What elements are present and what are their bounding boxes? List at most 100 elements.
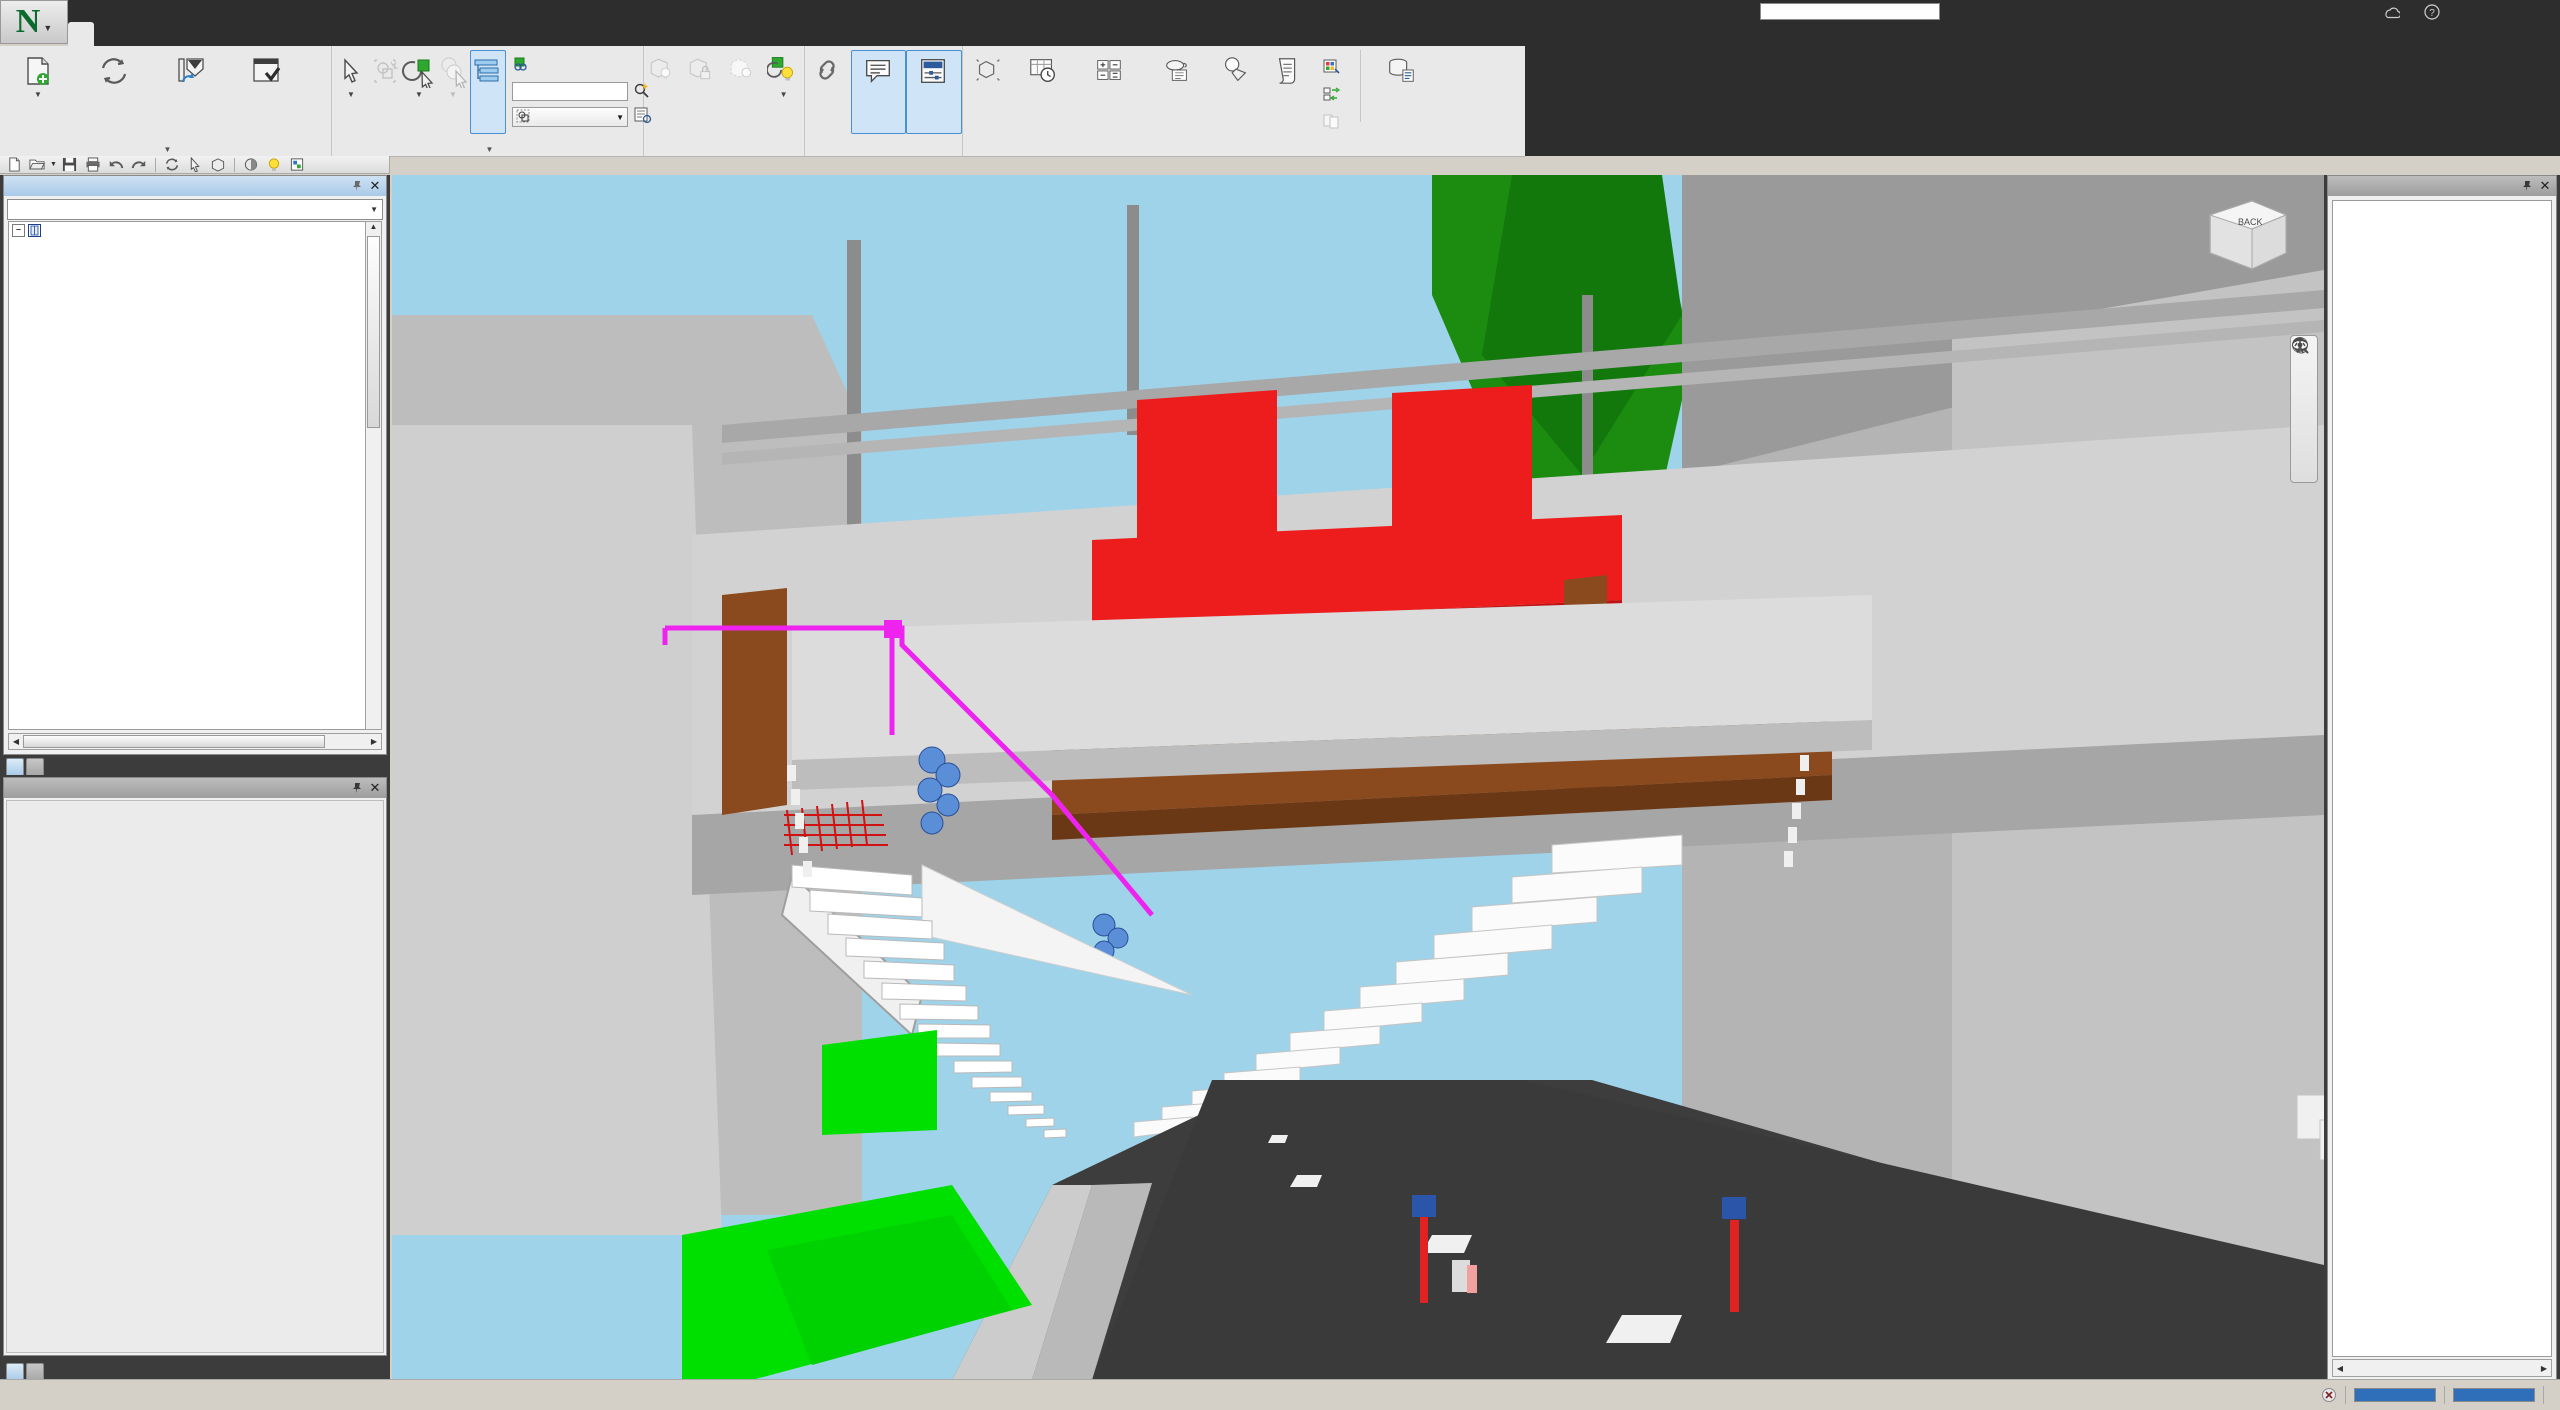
open-icon[interactable] xyxy=(27,155,47,175)
quick-find-row xyxy=(512,79,653,103)
tab-bim360[interactable] xyxy=(250,22,276,46)
close-button[interactable] xyxy=(2512,0,2556,24)
tab-output[interactable] xyxy=(198,22,224,46)
collapse-toggle[interactable]: – xyxy=(12,223,25,237)
close-icon[interactable]: ✕ xyxy=(2538,178,2552,193)
selection-tree-button[interactable] xyxy=(470,50,506,134)
save-icon[interactable] xyxy=(60,155,80,175)
ribbon-panel-select-search-title[interactable]: ▼ xyxy=(332,141,643,155)
batch-utility-button[interactable] xyxy=(1323,83,1346,107)
sets-button[interactable]: ▼ xyxy=(512,107,628,127)
pin-icon[interactable] xyxy=(2520,179,2534,193)
look-around-icon[interactable] xyxy=(2292,340,2314,455)
require-button[interactable] xyxy=(681,50,722,90)
select-same-button[interactable]: ▼ xyxy=(436,50,470,99)
select-dropdown-arrow[interactable]: ▼ xyxy=(347,90,355,99)
saved-viewpoints-footer[interactable]: ◀ ▶ xyxy=(2332,1359,2552,1377)
ribbon-panel-project-title[interactable]: ▼ xyxy=(0,141,331,155)
refresh-small-icon[interactable] xyxy=(162,155,182,175)
hide-button[interactable] xyxy=(644,50,681,90)
scroll-left-arrow[interactable]: ◀ xyxy=(2333,1364,2347,1373)
reset-all-button[interactable] xyxy=(152,50,228,90)
selection-tree-mode-dropdown[interactable]: ▼ xyxy=(7,199,383,220)
save-selection-button[interactable] xyxy=(368,50,402,90)
tab-properties[interactable] xyxy=(6,1363,24,1380)
tab-revit4[interactable] xyxy=(276,22,302,46)
scroll-right-arrow[interactable]: ▶ xyxy=(367,737,381,746)
clash-detective-button[interactable] xyxy=(963,50,1015,90)
new-icon[interactable] xyxy=(4,155,24,175)
scripter-button[interactable] xyxy=(1263,50,1315,90)
orbit-icon[interactable] xyxy=(2293,338,2314,431)
tab-tool-addins[interactable] xyxy=(302,22,328,46)
close-icon[interactable]: ✕ xyxy=(368,780,382,795)
hide-unselected-button[interactable] xyxy=(722,50,763,90)
scroll-right-arrow[interactable]: ▶ xyxy=(2537,1364,2551,1373)
select-button[interactable]: ▼ xyxy=(334,50,368,99)
unhide-all-button[interactable]: ▼ xyxy=(763,50,804,99)
redo-icon[interactable] xyxy=(129,155,149,175)
append-dropdown-arrow[interactable]: ▼ xyxy=(34,90,42,99)
tab-render[interactable] xyxy=(224,22,250,46)
timeliner-button[interactable] xyxy=(1015,50,1073,90)
navcube[interactable]: BACK xyxy=(2190,187,2300,287)
animator-button[interactable] xyxy=(1209,50,1263,90)
tab-section-plane-settings[interactable] xyxy=(26,1363,44,1380)
minimize-button[interactable] xyxy=(2424,0,2468,24)
select-all-dropdown-arrow[interactable]: ▼ xyxy=(415,90,423,99)
quantification-button[interactable] xyxy=(1073,50,1147,90)
render-style-icon[interactable] xyxy=(241,155,261,175)
pan-icon[interactable] xyxy=(2293,338,2314,383)
3d-viewport[interactable]: BACK xyxy=(392,175,2324,1380)
vscroll-thumb[interactable] xyxy=(367,236,380,428)
selection-tree-vscrollbar[interactable]: ▲ xyxy=(365,221,382,730)
compare-button[interactable] xyxy=(1323,110,1346,134)
chevron-down-icon: ▼ xyxy=(43,23,53,33)
quick-properties-button[interactable] xyxy=(850,50,907,134)
append-button[interactable]: ▼ xyxy=(0,50,76,99)
zoom-window-icon[interactable] xyxy=(2292,337,2314,407)
unhide-all-dropdown-arrow[interactable]: ▼ xyxy=(780,90,788,99)
pin-icon[interactable] xyxy=(350,179,364,193)
walk-icon[interactable] xyxy=(2294,337,2314,479)
tab-selection-tree[interactable] xyxy=(6,758,24,775)
autodesk-rendering-button[interactable] xyxy=(1147,50,1209,90)
select-small-icon[interactable] xyxy=(185,155,205,175)
appearance-icon[interactable] xyxy=(287,155,307,175)
close-icon[interactable]: ✕ xyxy=(368,178,382,193)
open-dropdown-arrow[interactable]: ▼ xyxy=(50,161,57,168)
hscroll-thumb[interactable] xyxy=(23,735,325,748)
scroll-up-arrow[interactable]: ▲ xyxy=(366,222,381,236)
autodesk-360-icon[interactable] xyxy=(2384,5,2402,22)
search-input[interactable] xyxy=(1760,3,1940,20)
find-items-button[interactable] xyxy=(512,53,653,77)
properties-button[interactable] xyxy=(906,50,963,134)
application-menu-button[interactable]: N ▼ xyxy=(0,0,68,44)
tab-animation[interactable] xyxy=(146,22,172,46)
tab-home[interactable] xyxy=(68,22,94,46)
tree-root-row[interactable]: – xyxy=(9,222,381,238)
maximize-button[interactable] xyxy=(2468,0,2512,24)
cancel-icon[interactable] xyxy=(2321,1387,2337,1403)
select-all-button[interactable]: ▼ xyxy=(402,50,436,99)
print-icon[interactable] xyxy=(83,155,103,175)
selection-tree-hscrollbar[interactable]: ◀ ▶ xyxy=(8,733,382,750)
appearance-profiler-button[interactable] xyxy=(1323,56,1346,80)
lighting-icon[interactable] xyxy=(264,155,284,175)
tab-viewpoint[interactable] xyxy=(94,22,120,46)
quick-find-input[interactable] xyxy=(512,81,628,101)
datatools-button[interactable] xyxy=(1371,50,1433,90)
selection-tree-list[interactable]: – xyxy=(8,221,382,730)
pin-icon[interactable] xyxy=(350,781,364,795)
links-button[interactable] xyxy=(805,50,851,90)
tab-view[interactable] xyxy=(172,22,198,46)
box-icon[interactable] xyxy=(208,155,228,175)
scroll-left-arrow[interactable]: ◀ xyxy=(9,737,23,746)
tab-review[interactable] xyxy=(120,22,146,46)
tab-measure-tools[interactable] xyxy=(26,758,44,775)
refresh-button[interactable] xyxy=(76,50,152,90)
file-options-button[interactable] xyxy=(228,50,304,90)
undo-icon[interactable] xyxy=(106,155,126,175)
select-same-dropdown-arrow[interactable]: ▼ xyxy=(449,90,457,99)
saved-viewpoints-list[interactable] xyxy=(2332,200,2552,1357)
